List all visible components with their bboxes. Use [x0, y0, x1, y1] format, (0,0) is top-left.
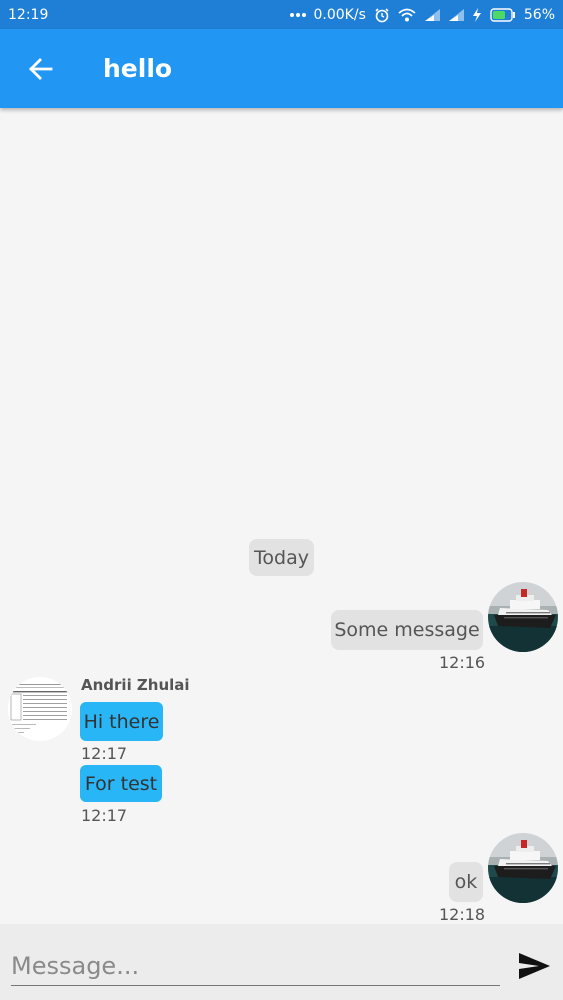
arrow-back-icon	[29, 57, 53, 80]
charging-icon	[472, 7, 482, 22]
send-button[interactable]	[514, 946, 554, 986]
net-speed: 0.00K/s	[313, 6, 366, 23]
chat-title: hello	[103, 54, 173, 83]
message-list[interactable]: Today Some message 12:16 Andrii Zhulai H…	[0, 108, 563, 924]
user-avatar[interactable]	[488, 582, 558, 652]
battery-icon	[490, 7, 516, 22]
sender-name: Andrii Zhulai	[81, 676, 190, 694]
message-time: 12:17	[81, 744, 128, 763]
alarm-icon	[374, 7, 390, 23]
outgoing-message-bubble[interactable]: Some message	[331, 610, 483, 650]
document-thumbnail-icon	[8, 677, 72, 741]
message-input[interactable]	[11, 946, 500, 986]
ship-photo-icon	[488, 833, 558, 903]
signal-icon	[448, 8, 464, 21]
message-composer	[0, 924, 563, 1000]
wifi-icon	[398, 8, 416, 22]
battery-percent: 56%	[523, 6, 555, 23]
message-time: 12:17	[81, 806, 128, 825]
back-button[interactable]	[0, 29, 80, 108]
message-time: 12:18	[439, 905, 486, 924]
outgoing-message-bubble[interactable]: ok	[449, 862, 483, 902]
send-icon	[519, 953, 550, 979]
signal-icon	[424, 8, 440, 21]
ship-photo-icon	[488, 582, 558, 652]
message-time: 12:16	[439, 653, 486, 672]
status-time: 12:19	[8, 6, 49, 23]
more-dots-icon	[289, 12, 306, 18]
status-bar: 12:19 0.00K/s 56%	[0, 0, 563, 29]
incoming-message-bubble[interactable]: Hi there	[80, 702, 163, 741]
date-divider: Today	[249, 539, 314, 576]
contact-avatar[interactable]	[8, 677, 72, 741]
user-avatar[interactable]	[488, 833, 558, 903]
app-bar: hello	[0, 29, 563, 108]
incoming-message-bubble[interactable]: For test	[80, 765, 162, 802]
